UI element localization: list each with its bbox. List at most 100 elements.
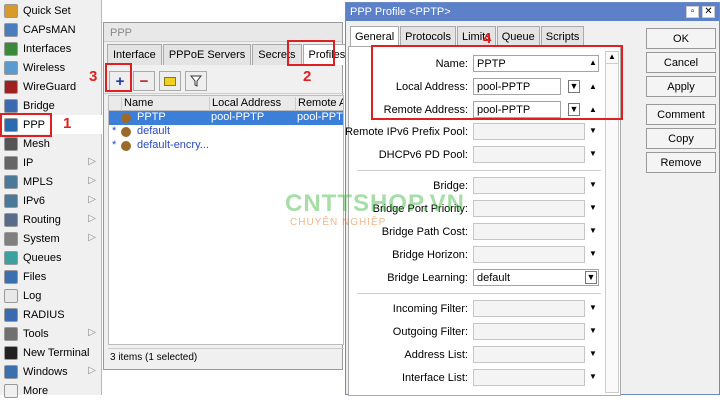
tab-pppoe-servers[interactable]: PPPoE Servers: [162, 44, 252, 65]
tab-interface[interactable]: Interface: [107, 44, 162, 65]
address-list-input[interactable]: [473, 346, 585, 363]
sidebar-item-label: RADIUS: [23, 308, 65, 321]
sidebar-item-mpls[interactable]: MPLS ▷: [0, 172, 102, 191]
triangle-down-icon[interactable]: ▼: [589, 226, 597, 235]
table-row[interactable]: PPTP pool-PPTP pool-PPTP: [109, 111, 343, 125]
col-name[interactable]: Name: [121, 97, 209, 111]
tab-profiles[interactable]: Profiles: [302, 44, 352, 65]
sidebar-item-ipv6[interactable]: IPv6 ▷: [0, 191, 102, 210]
sidebar-item-windows[interactable]: Windows ▷: [0, 362, 102, 381]
table-row[interactable]: * default: [109, 125, 343, 139]
sidebar-item-wireless[interactable]: Wireless: [0, 58, 102, 77]
divider: [357, 293, 601, 294]
ppp-window-title: PPP: [104, 23, 342, 42]
comment-button[interactable]: Comment: [646, 104, 716, 125]
remote-address-input[interactable]: [473, 101, 561, 118]
ip-icon: [4, 155, 18, 170]
remote-address-dropdown-icon[interactable]: ▼: [568, 103, 580, 116]
local-address-input[interactable]: [473, 78, 561, 95]
copy-button[interactable]: Copy: [646, 128, 716, 149]
remove-button[interactable]: Remove: [646, 152, 716, 173]
sidebar-item-log[interactable]: Log: [0, 286, 102, 305]
scroll-up-icon[interactable]: ▲: [606, 52, 618, 64]
comment-button[interactable]: [159, 71, 181, 91]
sidebar-item-new-terminal[interactable]: New Terminal: [0, 343, 102, 362]
tab-scripts[interactable]: Scripts: [540, 26, 585, 47]
triangle-down-icon[interactable]: ▼: [589, 349, 597, 358]
local-address-dropdown-icon[interactable]: ▼: [568, 80, 580, 93]
sidebar-item-tools[interactable]: Tools ▷: [0, 324, 102, 343]
triangle-down-icon[interactable]: ▼: [589, 303, 597, 312]
interface-list-label: Interface List:: [401, 372, 468, 384]
remove-button[interactable]: −: [133, 71, 155, 91]
sidebar-item-label: WireGuard: [23, 80, 77, 93]
sidebar-item-files[interactable]: Files: [0, 267, 102, 286]
filter-button[interactable]: [185, 71, 207, 91]
triangle-down-icon[interactable]: ▼: [589, 203, 597, 212]
sidebar-item-label: Queues: [23, 251, 62, 264]
form-scrollbar[interactable]: ▲: [605, 51, 619, 393]
triangle-down-icon[interactable]: ▼: [589, 149, 597, 158]
ipv6-prefix-pool-select[interactable]: [473, 123, 585, 140]
cancel-button[interactable]: Cancel: [646, 52, 716, 73]
bridge-path-cost-input[interactable]: [473, 223, 585, 240]
mpls-icon: [4, 174, 18, 189]
sidebar-item-wireguard[interactable]: WireGuard: [0, 77, 102, 96]
col-remote-address[interactable]: Remote Ac: [295, 97, 343, 111]
restore-icon[interactable]: ▫: [686, 6, 699, 18]
sidebar-item-ppp[interactable]: PPP: [0, 115, 102, 134]
name-input[interactable]: [473, 55, 599, 72]
dhcpv6-pd-pool-select[interactable]: [473, 146, 585, 163]
triangle-down-icon[interactable]: ▼: [589, 372, 597, 381]
table-row[interactable]: * default-encry...: [109, 139, 343, 153]
sidebar-item-radius[interactable]: RADIUS: [0, 305, 102, 324]
ok-button[interactable]: OK: [646, 28, 716, 49]
sidebar-item-quick-set[interactable]: Quick Set: [0, 1, 102, 20]
queues-icon: [4, 250, 18, 265]
sidebar-item-more[interactable]: More: [0, 381, 102, 400]
apply-button[interactable]: Apply: [646, 76, 716, 97]
triangle-down-icon[interactable]: ▼: [589, 326, 597, 335]
quickset-icon: [4, 3, 18, 18]
interface-list-select[interactable]: [473, 369, 585, 386]
triangle-down-icon[interactable]: ▼: [589, 249, 597, 258]
tab-queue[interactable]: Queue: [496, 26, 540, 47]
submenu-arrow-icon: ▷: [88, 194, 96, 205]
sidebar-item-mesh[interactable]: Mesh: [0, 134, 102, 153]
sidebar-item-bridge[interactable]: Bridge: [0, 96, 102, 115]
tab-general[interactable]: General: [350, 26, 400, 47]
bridge-port-priority-input[interactable]: [473, 200, 585, 217]
plus-icon: +: [115, 72, 125, 90]
bridge-learning-select[interactable]: [473, 269, 599, 286]
incoming-filter-select[interactable]: [473, 300, 585, 317]
bridge-select[interactable]: [473, 177, 585, 194]
close-icon[interactable]: ✕: [702, 6, 715, 18]
col-local-address[interactable]: Local Address: [209, 97, 295, 111]
sidebar-item-ip[interactable]: IP ▷: [0, 153, 102, 172]
sidebar-item-interfaces[interactable]: Interfaces: [0, 39, 102, 58]
tab-protocols[interactable]: Protocols: [400, 26, 456, 47]
remote-address-label: Remote Address:: [383, 104, 468, 116]
wireguard-icon: [4, 79, 18, 94]
general-form: Name: ▲ Local Address: ▼ ▲ Remote Addres…: [345, 46, 621, 396]
profile-icon: [121, 113, 131, 123]
triangle-down-icon[interactable]: ▼: [589, 126, 597, 135]
triangle-up-icon[interactable]: ▲: [589, 105, 597, 114]
sidebar-item-routing[interactable]: Routing ▷: [0, 210, 102, 229]
more-icon: [4, 383, 18, 398]
bridge-horizon-input[interactable]: [473, 246, 585, 263]
tab-secrets[interactable]: Secrets: [252, 44, 302, 65]
triangle-up-icon[interactable]: ▲: [589, 82, 597, 91]
sidebar-item-capsman[interactable]: CAPsMAN: [0, 20, 102, 39]
triangle-up-icon[interactable]: ▲: [589, 58, 597, 67]
ipv6-icon: [4, 193, 18, 208]
sidebar-item-system[interactable]: System ▷: [0, 229, 102, 248]
outgoing-filter-select[interactable]: [473, 323, 585, 340]
triangle-down-icon[interactable]: ▼: [589, 180, 597, 189]
sidebar-item-label: Wireless: [23, 61, 66, 74]
bridge-learning-dropdown-icon[interactable]: ▼: [585, 271, 597, 284]
add-button[interactable]: +: [109, 71, 131, 91]
sidebar-item-queues[interactable]: Queues: [0, 248, 102, 267]
sidebar-item-label: CAPsMAN: [23, 23, 76, 36]
radius-icon: [4, 307, 18, 322]
